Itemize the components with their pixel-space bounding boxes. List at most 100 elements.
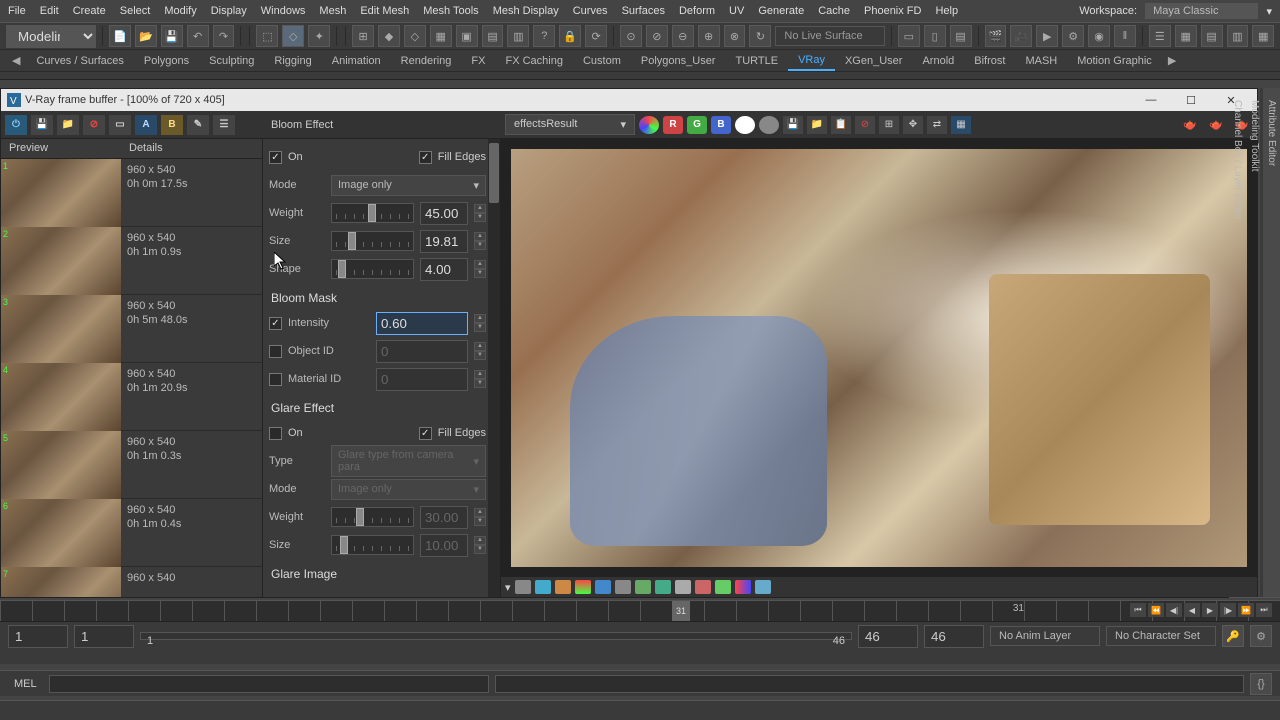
cc-bg-icon[interactable]	[635, 580, 651, 594]
materialid-checkbox[interactable]	[269, 373, 282, 386]
bloom-shape-slider[interactable]	[331, 259, 414, 279]
menu-phoenix[interactable]: Phoenix FD	[864, 5, 921, 17]
cc-levels-icon[interactable]	[595, 580, 611, 594]
panel5-icon[interactable]: ▦	[1252, 25, 1274, 47]
vray-window-titlebar[interactable]: V V-Ray frame buffer - [100% of 720 x 40…	[1, 89, 1257, 111]
open-scene-icon[interactable]: 📂	[135, 25, 157, 47]
glare-weight-slider[interactable]	[331, 507, 414, 527]
minimize-button[interactable]: —	[1131, 89, 1171, 111]
cc-curves-icon[interactable]	[615, 580, 631, 594]
mode-select[interactable]: Modeling	[6, 25, 96, 48]
glare-filledges-checkbox[interactable]	[419, 427, 432, 440]
panel3-icon[interactable]: ▤	[1201, 25, 1223, 47]
ch2-icon[interactable]: ⊘	[646, 25, 668, 47]
shelf-tab-custom[interactable]: Custom	[573, 52, 631, 70]
command-input[interactable]	[49, 675, 489, 693]
glare-size-spinner[interactable]: ▲▼	[474, 536, 486, 554]
shelf-tab-fxcaching[interactable]: FX Caching	[495, 52, 572, 70]
vp-link-icon[interactable]: ⇄	[927, 116, 947, 134]
shelf-tab-mash[interactable]: MASH	[1015, 52, 1067, 70]
cc-hue-icon[interactable]	[555, 580, 571, 594]
menu-mesh-display[interactable]: Mesh Display	[493, 5, 559, 17]
vp-clone-icon[interactable]: ⊞	[879, 116, 899, 134]
autokey-icon[interactable]: 🔑	[1222, 625, 1244, 647]
shelf-tab-fx[interactable]: FX	[461, 52, 495, 70]
menu-generate[interactable]: Generate	[758, 5, 804, 17]
prefs-icon[interactable]: ⚙	[1250, 625, 1272, 647]
shelf-tab-sculpting[interactable]: Sculpting	[199, 52, 264, 70]
goto-end-icon[interactable]: ⏭	[1256, 603, 1272, 617]
snap-grid-icon[interactable]: ⊞	[352, 25, 374, 47]
vfb-compare-b-icon[interactable]: B	[161, 115, 183, 135]
glare-size-slider[interactable]	[331, 535, 414, 555]
vp-save-icon[interactable]: 💾	[783, 116, 803, 134]
menu-uv[interactable]: UV	[729, 5, 744, 17]
history-item[interactable]: 6960 x 5400h 1m 0.4s	[1, 499, 262, 567]
cc-arrow-icon[interactable]: ▾	[505, 581, 511, 594]
shelf-tab-vray[interactable]: VRay	[788, 51, 835, 71]
settings-scrollbar[interactable]	[488, 139, 500, 597]
shelf-tab-rigging[interactable]: Rigging	[264, 52, 321, 70]
shelf-tab-polygons[interactable]: Polygons	[134, 52, 199, 70]
cc-white-balance-icon[interactable]	[535, 580, 551, 594]
render-settings-icon[interactable]: ⚙	[1062, 25, 1084, 47]
menu-windows[interactable]: Windows	[261, 5, 306, 17]
vfb-clear-icon[interactable]: ⊘	[83, 115, 105, 135]
shelf-tab-xgen[interactable]: XGen_User	[835, 52, 912, 70]
tab-channel-box[interactable]: Channel Box / Layer Editor	[1229, 88, 1246, 598]
materialid-spinner[interactable]: ▲▼	[474, 370, 486, 388]
ch5-icon[interactable]: ⊗	[724, 25, 746, 47]
glare-type-select[interactable]: Glare type from camera para▾	[331, 445, 486, 477]
lock-icon[interactable]: 🔒	[559, 25, 581, 47]
tab-attribute-editor[interactable]: Attribute Editor	[1263, 88, 1280, 598]
glare-size-input[interactable]	[420, 534, 468, 557]
cc-color-balance-icon[interactable]	[575, 580, 591, 594]
snap-plane-icon[interactable]: ▦	[430, 25, 452, 47]
bloom-weight-slider[interactable]	[331, 203, 414, 223]
red-channel-button[interactable]: R	[663, 116, 683, 134]
rgb-color-icon[interactable]	[639, 116, 659, 134]
menu-modify[interactable]: Modify	[164, 5, 196, 17]
select-tool-icon[interactable]: ⬚	[256, 25, 278, 47]
snap-curve-icon[interactable]: ◆	[378, 25, 400, 47]
history-item[interactable]: 1960 x 5400h 0m 17.5s	[1, 159, 262, 227]
cc-ocio-icon[interactable]	[675, 580, 691, 594]
snap-view-icon[interactable]: ▤	[482, 25, 504, 47]
bloom-weight-input[interactable]	[420, 202, 468, 225]
glare-weight-input[interactable]	[420, 506, 468, 529]
paint-select-icon[interactable]: ✦	[308, 25, 330, 47]
menu-edit[interactable]: Edit	[40, 5, 59, 17]
live-toggle-icon[interactable]: ▥	[507, 25, 529, 47]
step-fwd-icon[interactable]: ⏩	[1238, 603, 1254, 617]
render-image-area[interactable]	[501, 139, 1257, 577]
history-icon[interactable]: ⟳	[585, 25, 607, 47]
shelf-tab-curves[interactable]: Curves / Surfaces	[26, 52, 133, 70]
objectid-checkbox[interactable]	[269, 345, 282, 358]
range-end-input[interactable]	[924, 625, 984, 648]
toggle1-icon[interactable]: ▭	[898, 25, 920, 47]
menu-display[interactable]: Display	[211, 5, 247, 17]
play-fwd-icon[interactable]: ▶	[1202, 603, 1218, 617]
teapot-green-icon[interactable]: 🫖	[1179, 116, 1201, 134]
vp-copy-icon[interactable]: 📋	[831, 116, 851, 134]
lasso-tool-icon[interactable]: ◇	[282, 25, 304, 47]
prev-key-icon[interactable]: ◀|	[1166, 603, 1182, 617]
bloom-on-checkbox[interactable]	[269, 151, 282, 164]
intensity-checkbox[interactable]	[269, 317, 282, 330]
vfb-save-icon[interactable]: 💾	[31, 115, 53, 135]
history-details-header[interactable]: Details	[121, 139, 171, 158]
current-frame-marker[interactable]: 31	[672, 601, 690, 621]
ch4-icon[interactable]: ⊕	[698, 25, 720, 47]
render-current-icon[interactable]: 🎥	[1010, 25, 1032, 47]
history-item[interactable]: 2960 x 5400h 1m 0.9s	[1, 227, 262, 295]
materialid-input[interactable]	[376, 368, 468, 391]
history-item[interactable]: 4960 x 5400h 1m 20.9s	[1, 363, 262, 431]
snap-center-icon[interactable]: ▣	[456, 25, 478, 47]
playback-end-input[interactable]	[858, 625, 918, 648]
history-list[interactable]: 1960 x 5400h 0m 17.5s 2960 x 5400h 1m 0.…	[1, 159, 262, 597]
glare-mode-select[interactable]: Image only▾	[331, 479, 486, 500]
panel1-icon[interactable]: ☰	[1149, 25, 1171, 47]
bloom-weight-spinner[interactable]: ▲▼	[474, 204, 486, 222]
bloom-shape-input[interactable]	[420, 258, 468, 281]
panel2-icon[interactable]: ▦	[1175, 25, 1197, 47]
